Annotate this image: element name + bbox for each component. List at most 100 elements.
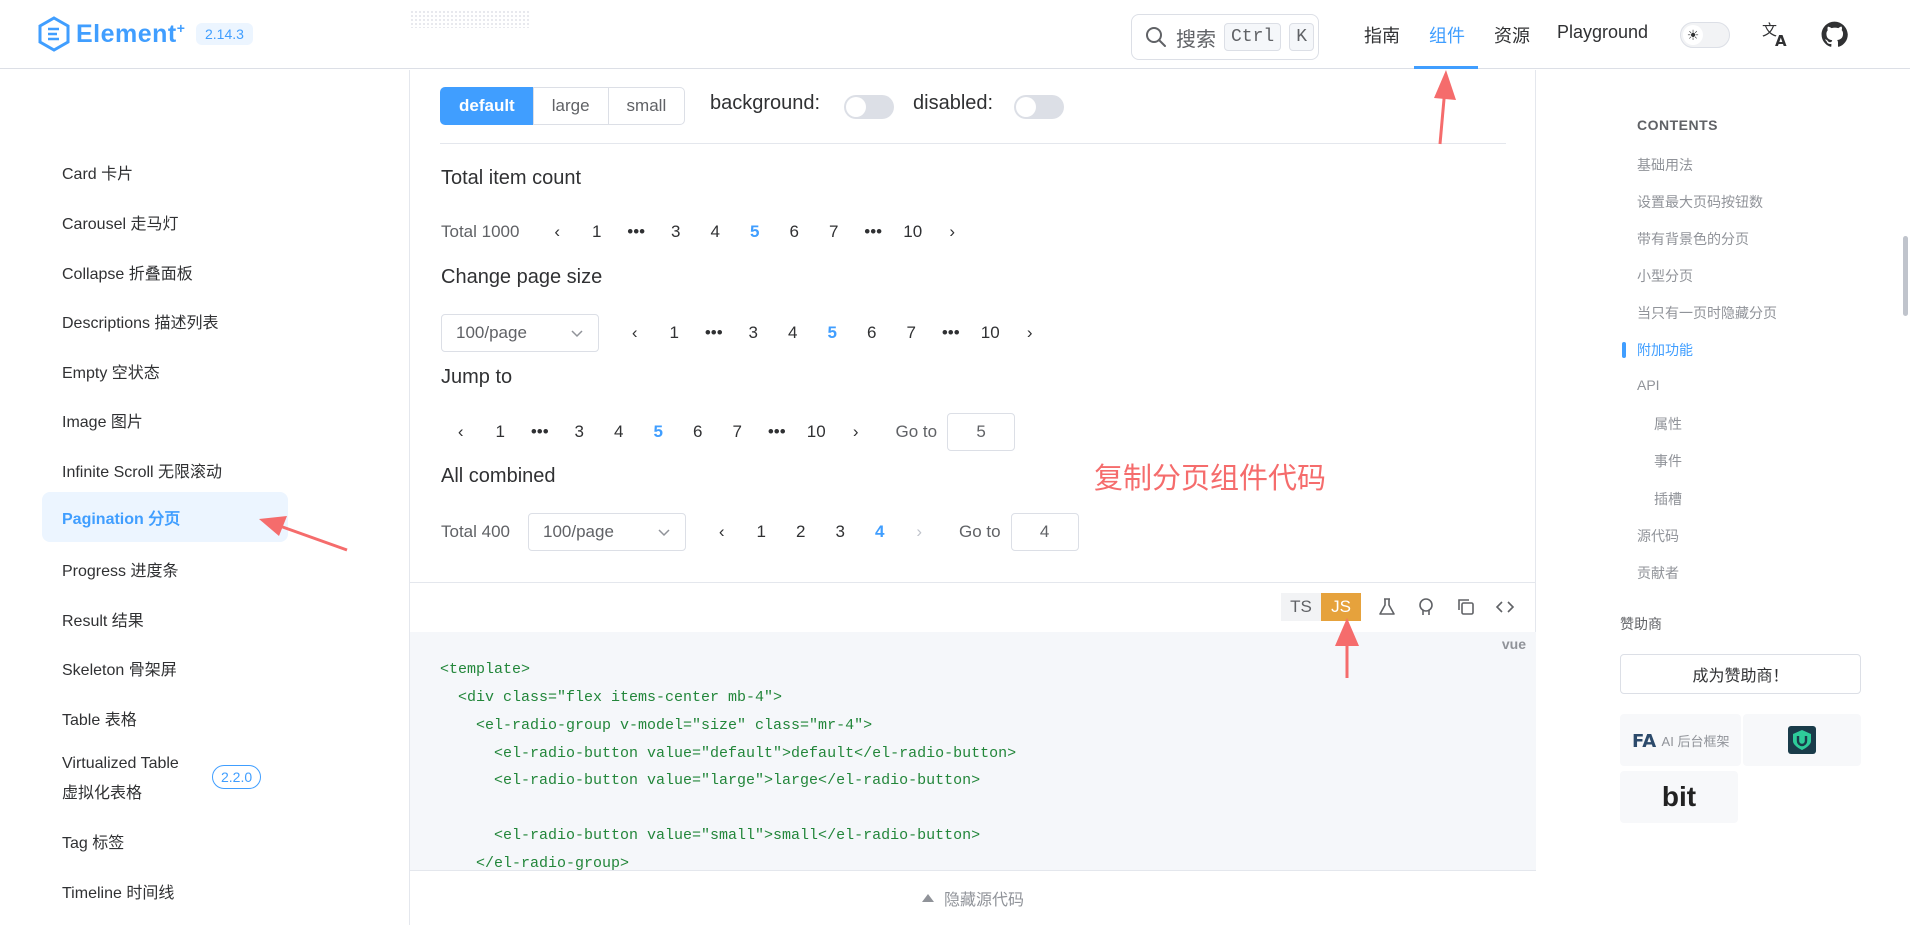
- translate-icon[interactable]: 文 A: [1761, 18, 1791, 48]
- chevron-down-icon: [571, 330, 583, 338]
- sidebar-item-tag[interactable]: Tag 标签: [42, 829, 288, 853]
- page-more[interactable]: •••: [757, 422, 797, 442]
- nav-components[interactable]: 组件: [1429, 22, 1465, 48]
- sidebar-item-skeleton[interactable]: Skeleton 骨架屏: [42, 656, 288, 680]
- page-10[interactable]: 10: [971, 323, 1011, 343]
- sponsor-title: 赞助商: [1620, 616, 1662, 632]
- radio-large[interactable]: large: [532, 87, 609, 125]
- toc-item-small[interactable]: 小型分页: [1637, 266, 1693, 286]
- code-view-icon[interactable]: [1495, 597, 1515, 617]
- toc-item-more-features[interactable]: 附加功能: [1637, 340, 1693, 360]
- page-5[interactable]: 5: [735, 222, 775, 242]
- page-4[interactable]: 4: [599, 422, 639, 442]
- toc-item-attributes[interactable]: 属性: [1654, 414, 1682, 434]
- radio-default[interactable]: default: [440, 87, 534, 125]
- page-1[interactable]: 1: [742, 522, 782, 542]
- next-icon[interactable]: ›: [836, 422, 876, 442]
- sidebar-item-descriptions[interactable]: Descriptions 描述列表: [42, 309, 288, 333]
- goto-input[interactable]: 4: [1010, 513, 1079, 551]
- sidebar-item-collapse[interactable]: Collapse 折叠面板: [42, 260, 288, 284]
- page-1[interactable]: 1: [577, 222, 617, 242]
- page-6[interactable]: 6: [774, 222, 814, 242]
- prev-icon[interactable]: ‹: [702, 522, 742, 542]
- page-more[interactable]: •••: [616, 222, 656, 242]
- sidebar-item-pagination[interactable]: Pagination 分页: [42, 492, 288, 542]
- page-size-select[interactable]: 100/page: [528, 513, 686, 551]
- page-3[interactable]: 3: [656, 222, 696, 242]
- github-edit-icon[interactable]: [1416, 597, 1436, 617]
- page-3[interactable]: 3: [734, 323, 774, 343]
- sidebar-item-table[interactable]: Table 表格: [42, 706, 288, 730]
- toc-item-source[interactable]: 源代码: [1637, 526, 1679, 546]
- toc-item-api[interactable]: API: [1637, 377, 1660, 393]
- copy-icon[interactable]: [1456, 597, 1476, 617]
- page-size-select[interactable]: 100/page: [441, 314, 599, 352]
- toc-item-events[interactable]: 事件: [1654, 451, 1682, 471]
- page-1[interactable]: 1: [481, 422, 521, 442]
- disabled-switch[interactable]: [1014, 95, 1064, 119]
- theme-toggle[interactable]: ☀: [1680, 22, 1730, 48]
- toc-item-slots[interactable]: 插槽: [1654, 489, 1682, 509]
- version-badge[interactable]: 2.14.3: [196, 23, 253, 45]
- page-more[interactable]: •••: [520, 422, 560, 442]
- page-more[interactable]: •••: [853, 222, 893, 242]
- page-2[interactable]: 2: [781, 522, 821, 542]
- background-switch[interactable]: [844, 95, 894, 119]
- page-5[interactable]: 5: [813, 323, 853, 343]
- toc-item-hide-single[interactable]: 当只有一页时隐藏分页: [1637, 303, 1777, 323]
- toc-item-pager-count[interactable]: 设置最大页码按钮数: [1637, 192, 1763, 212]
- page-more[interactable]: •••: [931, 323, 971, 343]
- sidebar-item-carousel[interactable]: Carousel 走马灯: [42, 210, 288, 234]
- search-button[interactable]: 搜索 Ctrl K: [1131, 14, 1319, 60]
- page-6[interactable]: 6: [852, 323, 892, 343]
- sidebar-item-empty[interactable]: Empty 空状态: [42, 359, 288, 383]
- page-1[interactable]: 1: [655, 323, 695, 343]
- sidebar-item-card[interactable]: Card 卡片: [42, 160, 288, 184]
- playground-flask-icon[interactable]: [1377, 597, 1397, 617]
- toc-item-contributors[interactable]: 贡献者: [1637, 563, 1679, 583]
- prev-icon[interactable]: ‹: [615, 323, 655, 343]
- toc-item-background[interactable]: 带有背景色的分页: [1637, 229, 1749, 249]
- page-10[interactable]: 10: [797, 422, 837, 442]
- page-4[interactable]: 4: [773, 323, 813, 343]
- sponsor-bit[interactable]: bit: [1620, 771, 1738, 823]
- next-icon[interactable]: ›: [932, 222, 972, 242]
- logo[interactable]: Element+: [38, 16, 185, 52]
- nav-guide[interactable]: 指南: [1364, 22, 1400, 48]
- prev-icon[interactable]: ‹: [537, 222, 577, 242]
- goto-input[interactable]: 5: [947, 413, 1016, 451]
- github-icon[interactable]: [1821, 21, 1848, 48]
- page-7[interactable]: 7: [718, 422, 758, 442]
- page-10[interactable]: 10: [893, 222, 933, 242]
- nav-resources[interactable]: 资源: [1494, 22, 1530, 48]
- radio-small[interactable]: small: [607, 87, 686, 125]
- sidebar-item-image[interactable]: Image 图片: [42, 408, 288, 432]
- page-3[interactable]: 3: [821, 522, 861, 542]
- code-line-8: </el-radio-group>: [440, 855, 630, 870]
- page-7[interactable]: 7: [892, 323, 932, 343]
- nav-playground[interactable]: Playground: [1557, 22, 1648, 43]
- sidebar-item-timeline[interactable]: Timeline 时间线: [42, 879, 288, 903]
- page-6[interactable]: 6: [678, 422, 718, 442]
- become-sponsor-button[interactable]: 成为赞助商！: [1620, 654, 1861, 694]
- code-line-1: <template>: [440, 661, 531, 678]
- page-more[interactable]: •••: [694, 323, 734, 343]
- page-7[interactable]: 7: [814, 222, 854, 242]
- chevron-down-icon: [658, 529, 670, 537]
- sponsor-fantastic-admin[interactable]: FA AI 后台框架: [1620, 714, 1741, 766]
- page-4[interactable]: 4: [695, 222, 735, 242]
- sidebar-item-progress[interactable]: Progress 进度条: [42, 557, 288, 581]
- ts-button[interactable]: TS: [1281, 593, 1321, 621]
- prev-icon[interactable]: ‹: [441, 422, 481, 442]
- hide-source-button[interactable]: 隐藏源代码: [410, 870, 1536, 925]
- next-icon[interactable]: ›: [900, 522, 940, 542]
- next-icon[interactable]: ›: [1010, 323, 1050, 343]
- sidebar-item-result[interactable]: Result 结果: [42, 607, 288, 631]
- scrollbar-thumb[interactable]: [1903, 236, 1908, 316]
- toc-item-basic[interactable]: 基础用法: [1637, 155, 1693, 175]
- page-3[interactable]: 3: [560, 422, 600, 442]
- page-4[interactable]: 4: [860, 522, 900, 542]
- page-5[interactable]: 5: [639, 422, 679, 442]
- sponsor-shield[interactable]: [1743, 714, 1861, 766]
- sidebar-item-infinite-scroll[interactable]: Infinite Scroll 无限滚动: [42, 458, 288, 482]
